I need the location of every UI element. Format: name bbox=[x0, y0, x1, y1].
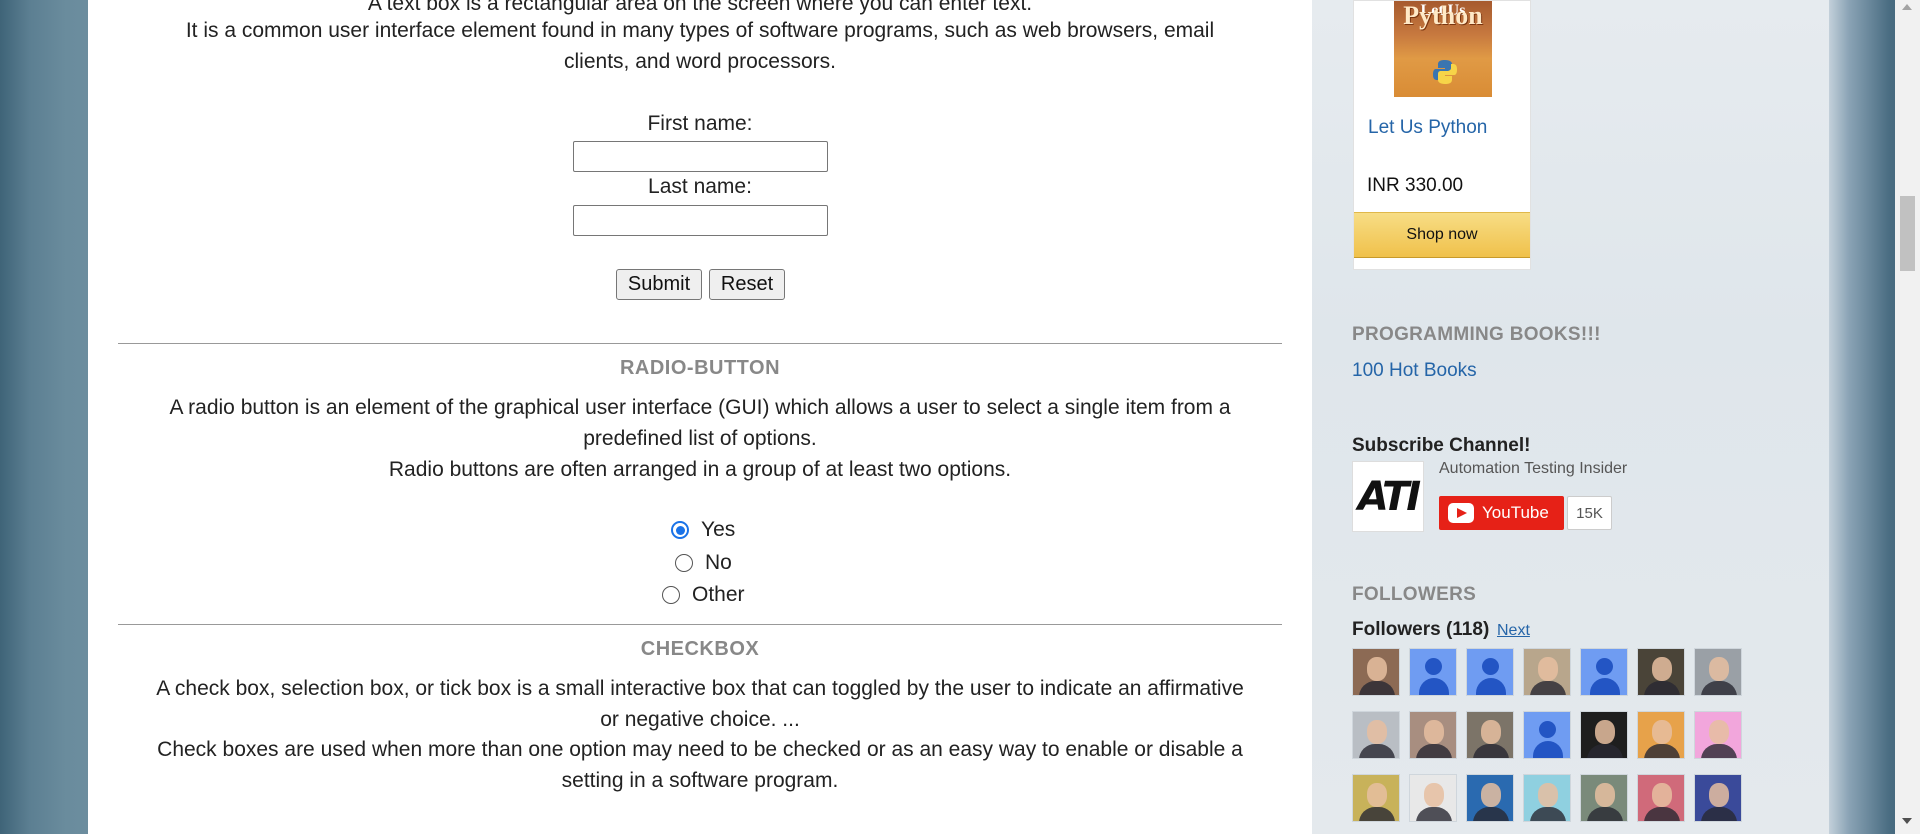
checkbox-description-line1: A check box, selection box, or tick box … bbox=[156, 677, 1244, 700]
radio-option-yes[interactable]: Yes bbox=[671, 518, 735, 542]
follower-avatar[interactable] bbox=[1694, 774, 1742, 822]
scroll-down-icon[interactable] bbox=[1902, 818, 1912, 824]
follower-avatar[interactable] bbox=[1637, 648, 1685, 696]
follower-avatar[interactable] bbox=[1466, 774, 1514, 822]
radio-description-line1: A radio button is an element of the grap… bbox=[169, 396, 1231, 419]
programming-books-title: PROGRAMMING BOOKS!!! bbox=[1352, 324, 1601, 345]
radio-button-other[interactable] bbox=[662, 586, 680, 604]
radio-label-no: No bbox=[705, 551, 732, 574]
follower-avatar[interactable] bbox=[1523, 648, 1571, 696]
subscribe-title: Subscribe Channel! bbox=[1352, 435, 1531, 456]
ad-book-price: INR 330.00 bbox=[1367, 175, 1464, 196]
book-cover-line2: Python bbox=[1403, 1, 1483, 30]
textbox-description-line2: It is a common user interface element fo… bbox=[185, 19, 1215, 42]
checkbox-description-line3: Check boxes are used when more than one … bbox=[157, 738, 1243, 761]
follower-avatar[interactable] bbox=[1580, 648, 1628, 696]
last-name-field[interactable] bbox=[573, 205, 828, 236]
channel-name[interactable]: Automation Testing Insider bbox=[1439, 460, 1627, 478]
followers-heading: Followers (118) bbox=[1352, 619, 1490, 640]
follower-avatar[interactable] bbox=[1523, 711, 1571, 759]
follower-avatar[interactable] bbox=[1409, 648, 1457, 696]
section-divider bbox=[118, 624, 1282, 625]
page-scrollbar[interactable] bbox=[1895, 0, 1920, 834]
last-name-label: Last name: bbox=[648, 175, 752, 198]
follower-avatar[interactable] bbox=[1694, 711, 1742, 759]
section-divider bbox=[118, 343, 1282, 344]
book-ad-card: Let Us Python Let Us Python INR 330.00 S… bbox=[1353, 0, 1531, 270]
youtube-subscribe-button[interactable]: YouTube bbox=[1439, 496, 1564, 530]
followers-next-link[interactable]: Next bbox=[1497, 622, 1530, 640]
reset-button[interactable]: Reset bbox=[709, 269, 785, 300]
radio-section-title: RADIO-BUTTON bbox=[619, 357, 781, 379]
radio-button-no[interactable] bbox=[675, 554, 693, 572]
follower-avatar[interactable] bbox=[1466, 648, 1514, 696]
python-logo-icon bbox=[1433, 60, 1457, 84]
radio-description-line2: predefined list of options. bbox=[583, 427, 817, 450]
follower-avatar[interactable] bbox=[1637, 711, 1685, 759]
follower-avatar[interactable] bbox=[1352, 774, 1400, 822]
follower-avatar[interactable] bbox=[1409, 711, 1457, 759]
radio-button-yes[interactable] bbox=[671, 521, 689, 539]
youtube-label: YouTube bbox=[1482, 503, 1549, 522]
shop-now-button[interactable]: Shop now bbox=[1354, 212, 1530, 258]
checkbox-description-line2: or negative choice. ... bbox=[600, 708, 800, 731]
ad-book-title-link[interactable]: Let Us Python bbox=[1368, 117, 1487, 139]
follower-avatar[interactable] bbox=[1580, 711, 1628, 759]
radio-label-yes: Yes bbox=[701, 518, 736, 541]
radio-label-other: Other bbox=[692, 583, 745, 606]
scrollbar-thumb[interactable] bbox=[1900, 196, 1915, 271]
follower-avatar[interactable] bbox=[1523, 774, 1571, 822]
textbox-description-line3: clients, and word processors. bbox=[564, 50, 836, 73]
radio-description-line3: Radio buttons are often arranged in a gr… bbox=[388, 458, 1012, 481]
youtube-play-icon bbox=[1448, 503, 1474, 523]
radio-option-other[interactable]: Other bbox=[662, 583, 745, 607]
follower-avatar[interactable] bbox=[1409, 774, 1457, 822]
first-name-label: First name: bbox=[647, 112, 753, 135]
follower-avatar[interactable] bbox=[1637, 774, 1685, 822]
checkbox-section-title: CHECKBOX bbox=[640, 638, 760, 660]
submit-button[interactable]: Submit bbox=[616, 269, 702, 300]
checkbox-description-line4: setting in a software program. bbox=[561, 769, 839, 792]
subscriber-count: 15K bbox=[1567, 496, 1612, 530]
first-name-field[interactable] bbox=[573, 141, 828, 172]
followers-title: FOLLOWERS bbox=[1352, 584, 1477, 605]
hot-books-link[interactable]: 100 Hot Books bbox=[1352, 360, 1477, 382]
follower-avatar[interactable] bbox=[1580, 774, 1628, 822]
radio-option-no[interactable]: No bbox=[675, 551, 732, 575]
follower-avatar[interactable] bbox=[1352, 711, 1400, 759]
follower-avatar[interactable] bbox=[1352, 648, 1400, 696]
scroll-up-icon[interactable] bbox=[1902, 4, 1912, 10]
book-cover-image[interactable]: Let Us Python bbox=[1394, 1, 1492, 97]
follower-avatar[interactable] bbox=[1466, 711, 1514, 759]
follower-avatar[interactable] bbox=[1694, 648, 1742, 696]
channel-logo[interactable]: ATI bbox=[1352, 461, 1424, 532]
